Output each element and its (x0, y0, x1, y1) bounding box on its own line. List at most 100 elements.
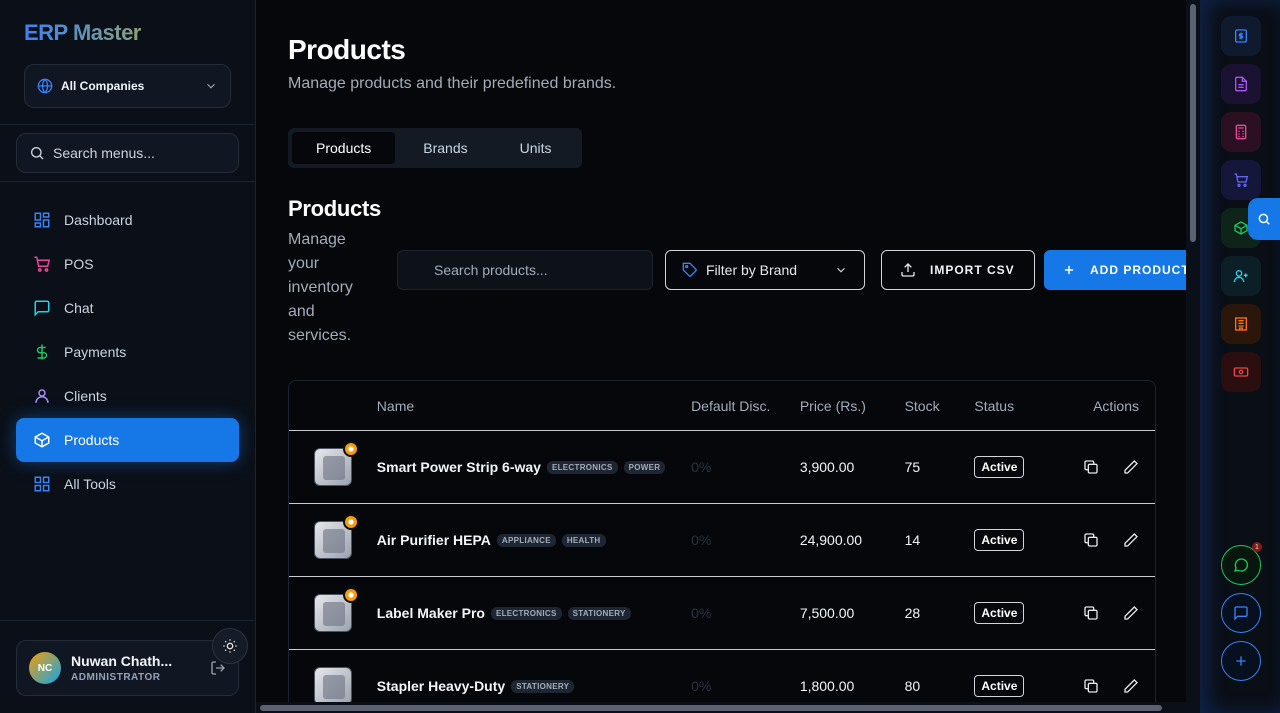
sidebar-item-pos[interactable]: POS (16, 242, 239, 286)
rail-add-user-button[interactable] (1221, 256, 1261, 296)
stock: 28 (904, 605, 921, 621)
sidebar-item-dashboard[interactable]: Dashboard (16, 198, 239, 242)
edit-icon[interactable] (1123, 678, 1139, 694)
dashboard-icon (32, 210, 52, 230)
price: 24,900.00 (799, 532, 863, 548)
app-root: ERP Master All Companies Search menus... (0, 0, 1280, 713)
import-csv-button[interactable]: IMPORT CSV (881, 250, 1035, 290)
col-name: Name (376, 397, 415, 414)
whatsapp-icon (1233, 557, 1249, 573)
rail-search-button[interactable] (1248, 198, 1280, 240)
brand-logo: ERP Master (24, 20, 141, 45)
add-label: ADD PRODUCT (1090, 263, 1186, 277)
rail-cash-button[interactable] (1221, 352, 1261, 392)
user-icon (32, 386, 52, 406)
rail-building-button[interactable] (1221, 304, 1261, 344)
edit-icon[interactable] (1123, 532, 1139, 548)
menu-search-placeholder: Search menus... (53, 145, 155, 161)
category-tag: APPLIANCE (496, 533, 556, 547)
default-disc: 0% (691, 605, 712, 621)
duplicate-icon[interactable] (1083, 459, 1099, 475)
horizontal-scrollbar[interactable] (256, 702, 1186, 713)
tab-products[interactable]: Products (292, 132, 396, 164)
brand-filter-select[interactable]: Filter by Brand (665, 250, 865, 290)
sun-icon (222, 638, 238, 654)
chevron-down-icon (204, 79, 218, 93)
notification-badge: 1 (1252, 542, 1262, 552)
plus-icon (1062, 263, 1076, 277)
edit-icon[interactable] (1123, 605, 1139, 621)
tab-brands[interactable]: Brands (399, 132, 491, 164)
category-tag: POWER (623, 460, 666, 474)
duplicate-icon[interactable] (1083, 532, 1099, 548)
price: 1,800.00 (799, 678, 855, 694)
product-search-input[interactable]: Search products... (397, 250, 653, 290)
cart-icon (32, 254, 52, 274)
sidebar-item-label: POS (64, 256, 94, 272)
featured-badge-icon (342, 441, 359, 457)
vertical-scrollbar[interactable] (1186, 0, 1200, 713)
document-icon (1233, 76, 1249, 92)
product-thumbnail (313, 514, 359, 559)
col-default-disc: Default Disc. (691, 397, 771, 414)
rail-document-button[interactable] (1221, 64, 1261, 104)
duplicate-icon[interactable] (1083, 605, 1099, 621)
rail-calculator-button[interactable] (1221, 112, 1261, 152)
table-row[interactable]: Smart Power Strip 6-way ELECTRONICS POWE… (289, 431, 1155, 504)
product-thumbnail (313, 441, 359, 486)
col-stock: Stock (904, 397, 940, 414)
whatsapp-button[interactable]: 1 (1221, 542, 1262, 585)
product-name: Label Maker Pro (376, 605, 485, 621)
theme-toggle-button[interactable] (212, 628, 248, 664)
col-status: Status (974, 397, 1015, 414)
tag-icon (682, 262, 698, 278)
quick-add-button[interactable] (1221, 641, 1261, 681)
category-tag: HEALTH (561, 533, 606, 547)
company-label: All Companies (61, 79, 145, 93)
main-content: Products Manage products and their prede… (256, 0, 1186, 713)
default-disc: 0% (691, 459, 712, 475)
user-card[interactable]: NC Nuwan Chath... ADMINISTRATOR (16, 640, 239, 696)
col-price: Price (Rs.) (799, 397, 866, 414)
default-disc: 0% (691, 678, 712, 694)
company-selector[interactable]: All Companies (24, 64, 231, 108)
edit-icon[interactable] (1123, 459, 1139, 475)
box-icon (32, 430, 52, 450)
category-tag: STATIONERY (511, 679, 575, 693)
message-icon (1233, 605, 1249, 621)
stock: 14 (904, 532, 921, 548)
sidebar-item-clients[interactable]: Clients (16, 374, 239, 418)
tab-units[interactable]: Units (496, 132, 576, 164)
add-product-button[interactable]: ADD PRODUCT (1044, 250, 1186, 290)
page-title: Products (288, 34, 406, 65)
price: 3,900.00 (799, 459, 855, 475)
user-role: ADMINISTRATOR (71, 672, 161, 683)
sidebar-item-chat[interactable]: Chat (16, 286, 239, 330)
cart-icon (1233, 172, 1249, 188)
divider (0, 124, 256, 125)
rail-cart-button[interactable] (1221, 160, 1261, 200)
table-row[interactable]: Label Maker Pro ELECTRONICS STATIONERY 0… (289, 577, 1155, 650)
cash-icon (1233, 364, 1249, 380)
status-badge: Active (974, 456, 1025, 478)
sidebar-item-payments[interactable]: Payments (16, 330, 239, 374)
products-table: Name Default Disc. Price (Rs.) Stock Sta… (288, 380, 1156, 713)
user-plus-icon (1233, 268, 1249, 284)
sidebar-item-products[interactable]: Products (16, 418, 239, 462)
rail-invoice-button[interactable] (1221, 16, 1261, 56)
divider (0, 181, 256, 182)
plus-icon (1233, 653, 1249, 669)
duplicate-icon[interactable] (1083, 678, 1099, 694)
status-badge: Active (974, 602, 1025, 624)
calculator-icon (1233, 124, 1249, 140)
messages-button[interactable] (1221, 593, 1261, 633)
status-badge: Active (974, 675, 1025, 697)
import-label: IMPORT CSV (930, 263, 1015, 277)
sidebar-item-all-tools[interactable]: All Tools (16, 462, 239, 506)
table-row[interactable]: Air Purifier HEPA APPLIANCE HEALTH 0% 24… (289, 504, 1155, 577)
menu-search-input[interactable]: Search menus... (16, 133, 239, 173)
section-title: Products (288, 196, 381, 221)
price: 7,500.00 (799, 605, 855, 621)
building-icon (1233, 316, 1249, 332)
section-subtitle: Manage your inventory and services. (288, 231, 353, 344)
